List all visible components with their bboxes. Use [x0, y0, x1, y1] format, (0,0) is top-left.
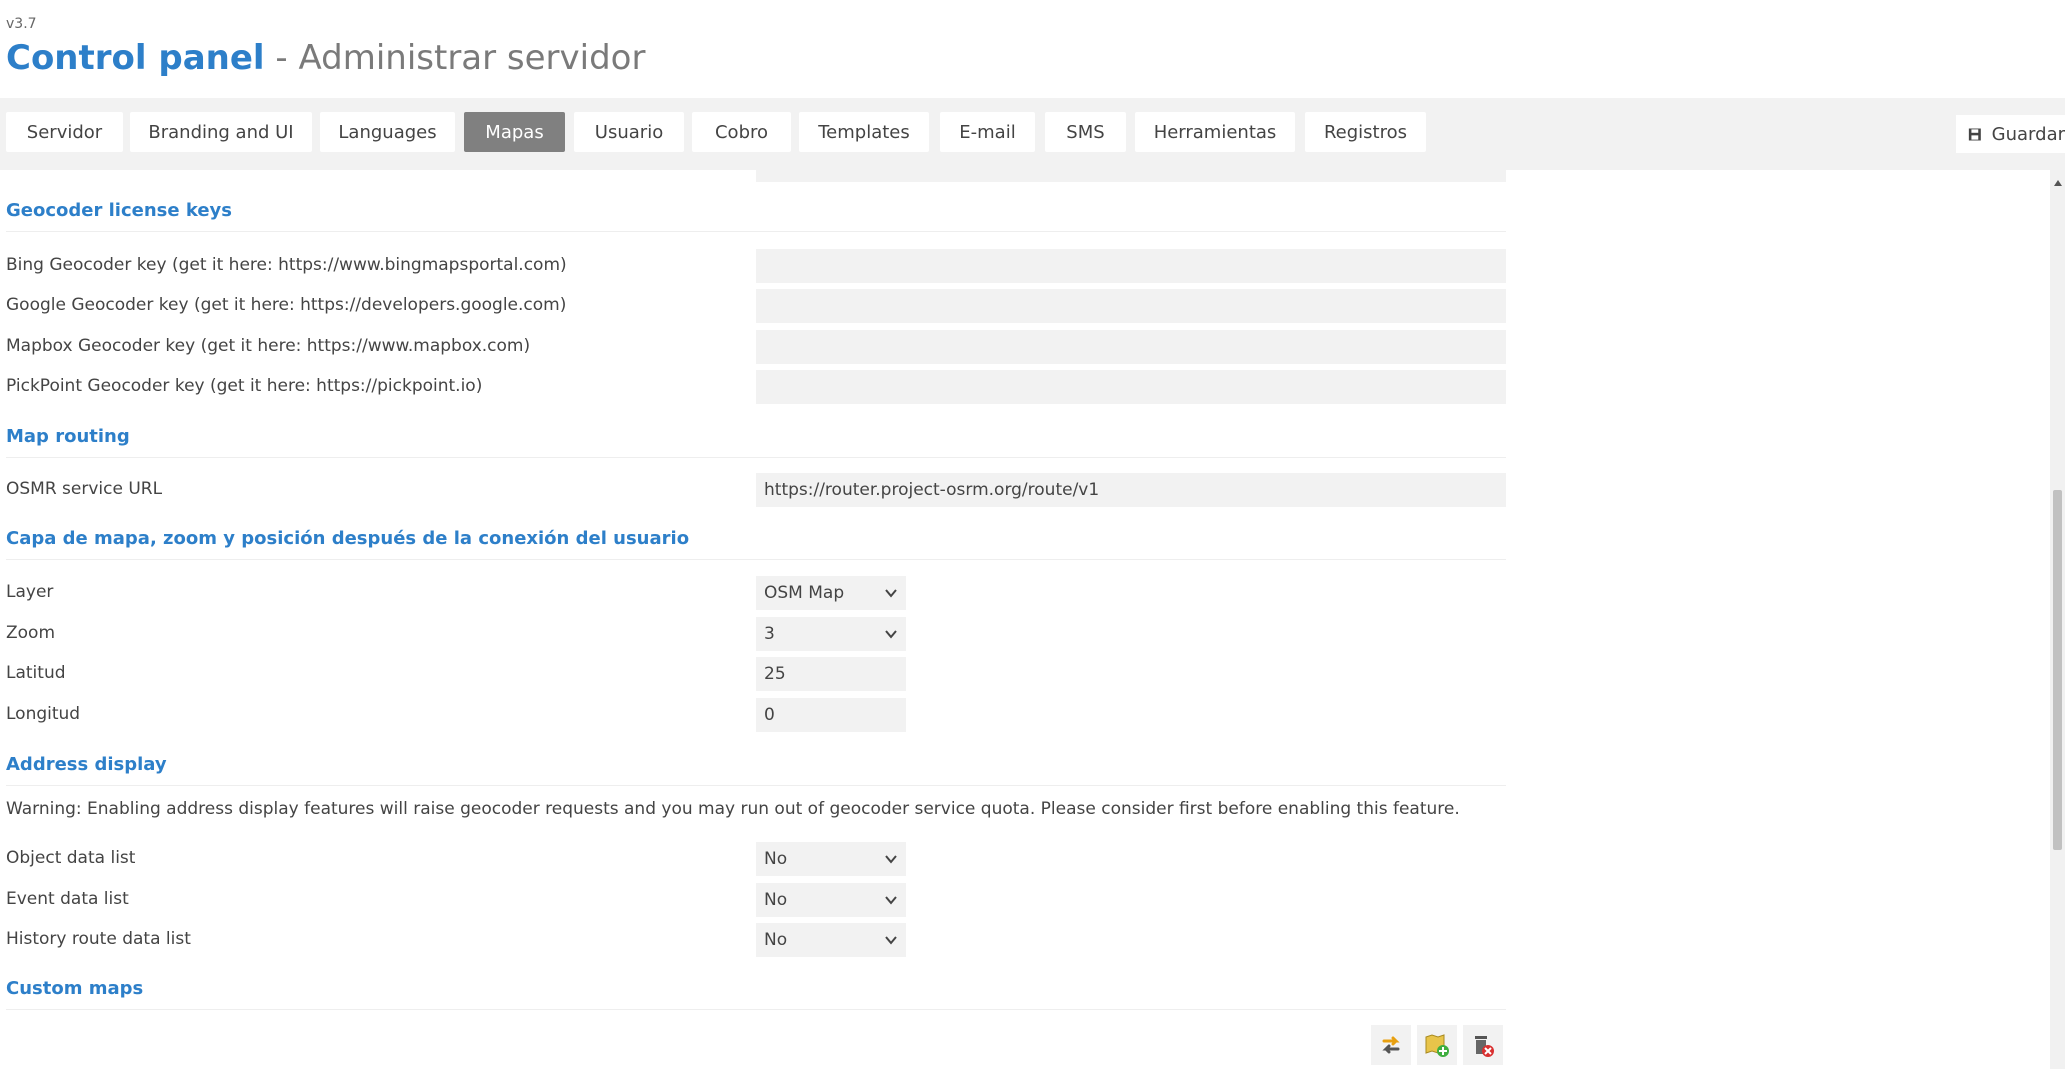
- section-map-routing: Map routing: [6, 426, 1506, 458]
- history-route-data-list-select[interactable]: No: [756, 923, 906, 957]
- scroll-thumb[interactable]: [2053, 490, 2062, 850]
- section-custom-maps: Custom maps: [6, 978, 1506, 1010]
- vertical-scrollbar[interactable]: [2050, 170, 2065, 1069]
- section-map-layer: Capa de mapa, zoom y posición después de…: [6, 528, 1506, 560]
- event-data-list-value: No: [764, 890, 788, 910]
- tab-herramientas[interactable]: Herramientas: [1135, 112, 1295, 152]
- tab-sms[interactable]: SMS: [1045, 112, 1126, 152]
- save-button[interactable]: Guardar: [1956, 115, 2065, 153]
- pickpoint-key-input[interactable]: [756, 370, 1506, 404]
- reload-button[interactable]: [1371, 1025, 1411, 1065]
- tab-servidor[interactable]: Servidor: [6, 112, 123, 152]
- tab-languages[interactable]: Languages: [320, 112, 455, 152]
- delete-icon: [1475, 1036, 1494, 1057]
- longitude-label: Longitud: [6, 704, 81, 724]
- delete-button[interactable]: [1463, 1025, 1503, 1065]
- longitude-input[interactable]: [756, 698, 906, 732]
- reload-icon: [1382, 1036, 1400, 1054]
- section-address-display: Address display: [6, 754, 1506, 786]
- object-data-list-label: Object data list: [6, 848, 136, 868]
- section-geocoder: Geocoder license keys: [6, 200, 1506, 232]
- save-icon: [1968, 128, 1981, 140]
- bing-key-input[interactable]: [756, 249, 1506, 283]
- osmr-url-input[interactable]: [756, 473, 1506, 507]
- page-title: Control panel - Administrar servidor: [6, 36, 645, 80]
- tab-email[interactable]: E-mail: [940, 112, 1035, 152]
- previous-field-edge: [756, 170, 1506, 182]
- event-data-list-label: Event data list: [6, 889, 129, 909]
- chevron-down-icon: [885, 936, 897, 945]
- page-title-main: Control panel: [6, 38, 265, 78]
- object-data-list-select[interactable]: No: [756, 842, 906, 876]
- scroll-up-arrow[interactable]: [2054, 180, 2062, 186]
- event-data-list-select[interactable]: No: [756, 883, 906, 917]
- zoom-select-value: 3: [764, 624, 775, 644]
- google-key-label: Google Geocoder key (get it here: https:…: [6, 295, 567, 315]
- tab-cobro[interactable]: Cobro: [692, 112, 791, 152]
- osmr-url-label: OSMR service URL: [6, 479, 163, 499]
- version-label: v3.7: [6, 16, 37, 32]
- latitude-label: Latitud: [6, 663, 66, 683]
- chevron-down-icon: [885, 855, 897, 864]
- address-warning-text: Warning: Enabling address display featur…: [6, 799, 1460, 819]
- save-label: Guardar: [1991, 123, 2065, 145]
- layer-select[interactable]: OSM Map: [756, 576, 906, 610]
- tab-branding[interactable]: Branding and UI: [130, 112, 312, 152]
- zoom-label: Zoom: [6, 623, 56, 643]
- mapbox-key-label: Mapbox Geocoder key (get it here: https:…: [6, 336, 531, 356]
- google-key-input[interactable]: [756, 289, 1506, 323]
- add-map-button[interactable]: [1417, 1025, 1457, 1065]
- settings-content: Geocoder license keys Bing Geocoder key …: [0, 170, 2050, 1069]
- chevron-down-icon: [885, 630, 897, 639]
- layer-label: Layer: [6, 582, 54, 602]
- tab-usuario[interactable]: Usuario: [574, 112, 684, 152]
- latitude-input[interactable]: [756, 657, 906, 691]
- tab-mapas[interactable]: Mapas: [464, 112, 565, 152]
- chevron-down-icon: [885, 896, 897, 905]
- history-route-data-list-value: No: [764, 930, 788, 950]
- tab-templates[interactable]: Templates: [799, 112, 929, 152]
- page-title-sub: - Administrar servidor: [264, 38, 646, 78]
- zoom-select[interactable]: 3: [756, 617, 906, 651]
- bing-key-label: Bing Geocoder key (get it here: https://…: [6, 255, 567, 275]
- pickpoint-key-label: PickPoint Geocoder key (get it here: htt…: [6, 376, 483, 396]
- add-map-icon: [1425, 1034, 1449, 1057]
- layer-select-value: OSM Map: [764, 583, 845, 603]
- chevron-down-icon: [885, 589, 897, 598]
- tab-registros[interactable]: Registros: [1305, 112, 1426, 152]
- tab-bar: Servidor Branding and UI Languages Mapas…: [0, 98, 2065, 170]
- history-route-data-list-label: History route data list: [6, 929, 191, 949]
- mapbox-key-input[interactable]: [756, 330, 1506, 364]
- object-data-list-value: No: [764, 849, 788, 869]
